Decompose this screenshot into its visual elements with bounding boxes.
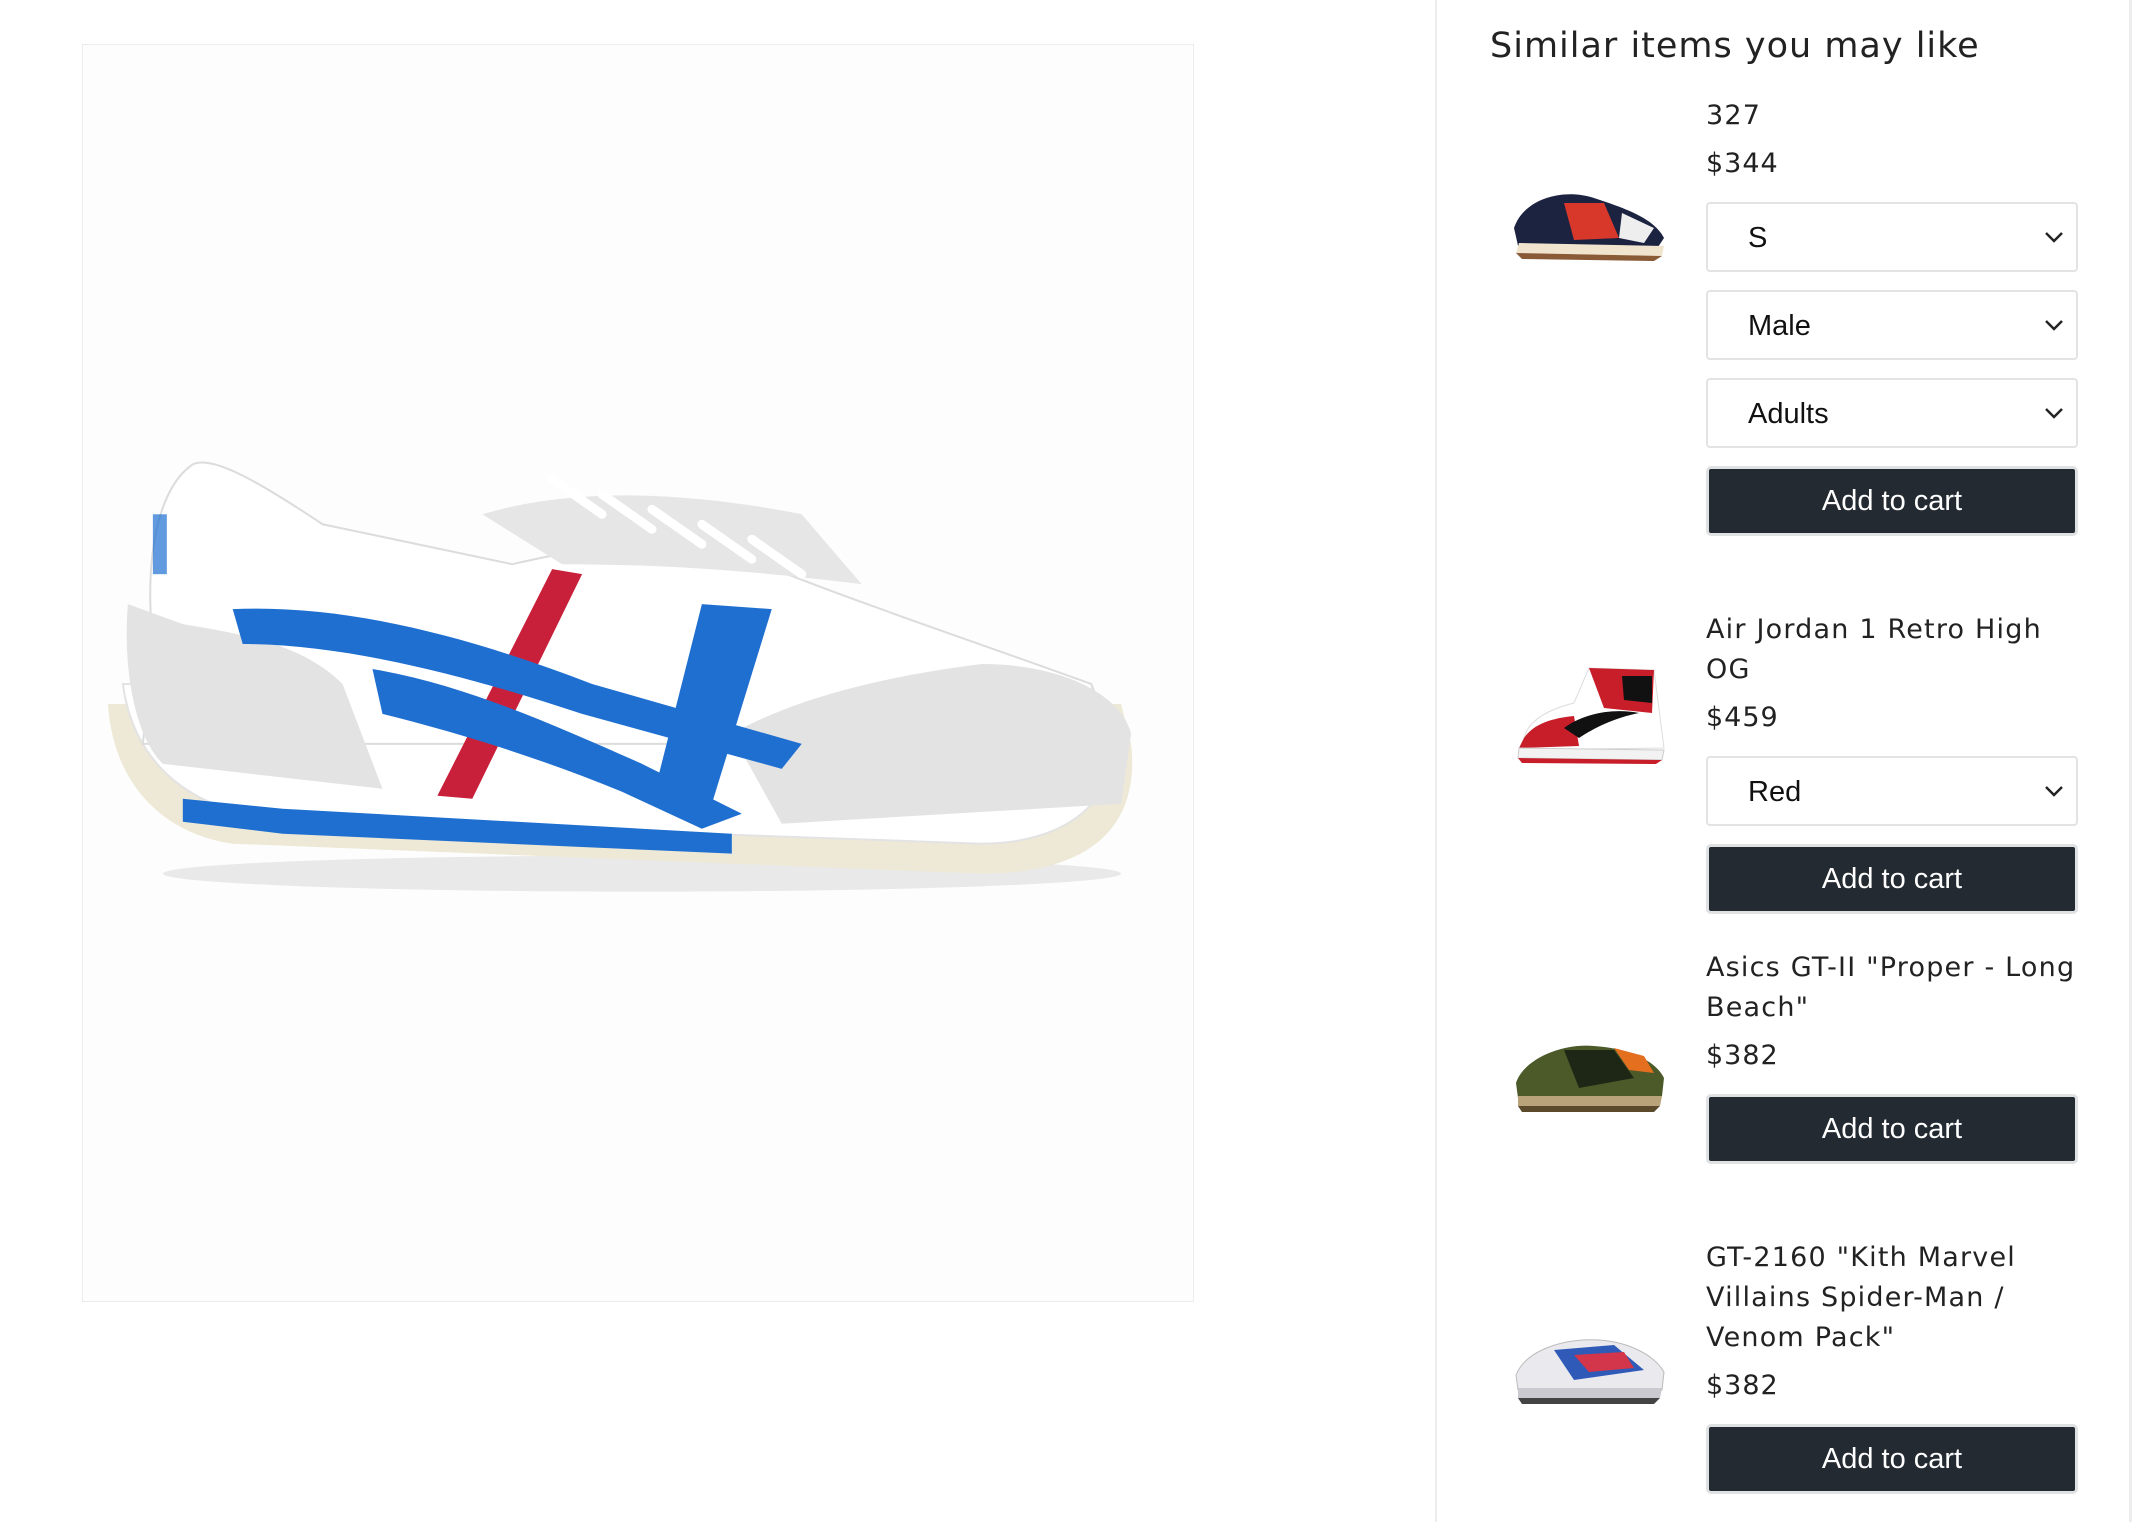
color-select[interactable]: Red <box>1706 756 2078 826</box>
add-to-cart-button[interactable]: Add to cart <box>1706 844 2078 914</box>
item-info: Asics GT-II "Proper - Long Beach" $382 A… <box>1706 948 2080 1164</box>
item-thumbnail[interactable] <box>1504 1008 1672 1118</box>
item-name[interactable]: Asics GT-II "Proper - Long Beach" <box>1706 948 2080 1028</box>
item-info: Air Jordan 1 Retro High OG $459 Red Add … <box>1706 610 2080 914</box>
item-price: $344 <box>1706 148 1779 179</box>
item-info: GT-2160 "Kith Marvel Villains Spider-Man… <box>1706 1238 2080 1494</box>
size-select[interactable]: S <box>1706 202 2078 272</box>
sidebar-title: Similar items you may like <box>1490 26 1980 66</box>
item-price: $382 <box>1706 1370 1779 1401</box>
main-shoe-image <box>107 461 1133 892</box>
scrollbar-track[interactable] <box>2129 0 2132 1522</box>
add-to-cart-button[interactable]: Add to cart <box>1706 1094 2078 1164</box>
select-value: Red <box>1748 776 1802 808</box>
item-price: $382 <box>1706 1040 1779 1071</box>
item-info: 327 $344 S Male Adults Add to cart <box>1706 96 2080 536</box>
item-name[interactable]: Air Jordan 1 Retro High OG <box>1706 610 2080 690</box>
select-value: S <box>1748 222 1768 254</box>
chevron-down-icon <box>2045 408 2063 419</box>
add-to-cart-button[interactable]: Add to cart <box>1706 466 2078 536</box>
chevron-down-icon <box>2045 232 2063 243</box>
add-to-cart-button[interactable]: Add to cart <box>1706 1424 2078 1494</box>
item-price: $459 <box>1706 702 1779 733</box>
item-name[interactable]: GT-2160 "Kith Marvel Villains Spider-Man… <box>1706 1238 2080 1358</box>
select-value: Adults <box>1748 398 1829 430</box>
sidebar-divider <box>1435 0 1437 1522</box>
item-thumbnail[interactable] <box>1504 1300 1672 1410</box>
item-thumbnail[interactable] <box>1504 158 1672 268</box>
item-thumbnail[interactable] <box>1504 658 1672 768</box>
age-group-select[interactable]: Adults <box>1706 378 2078 448</box>
item-name[interactable]: 327 <box>1706 96 2080 136</box>
select-value: Male <box>1748 310 1811 342</box>
gender-select[interactable]: Male <box>1706 290 2078 360</box>
main-product-image <box>82 44 1194 1302</box>
product-page: Similar items you may like 327 $344 S Ma… <box>0 0 2144 1522</box>
chevron-down-icon <box>2045 320 2063 331</box>
chevron-down-icon <box>2045 786 2063 797</box>
